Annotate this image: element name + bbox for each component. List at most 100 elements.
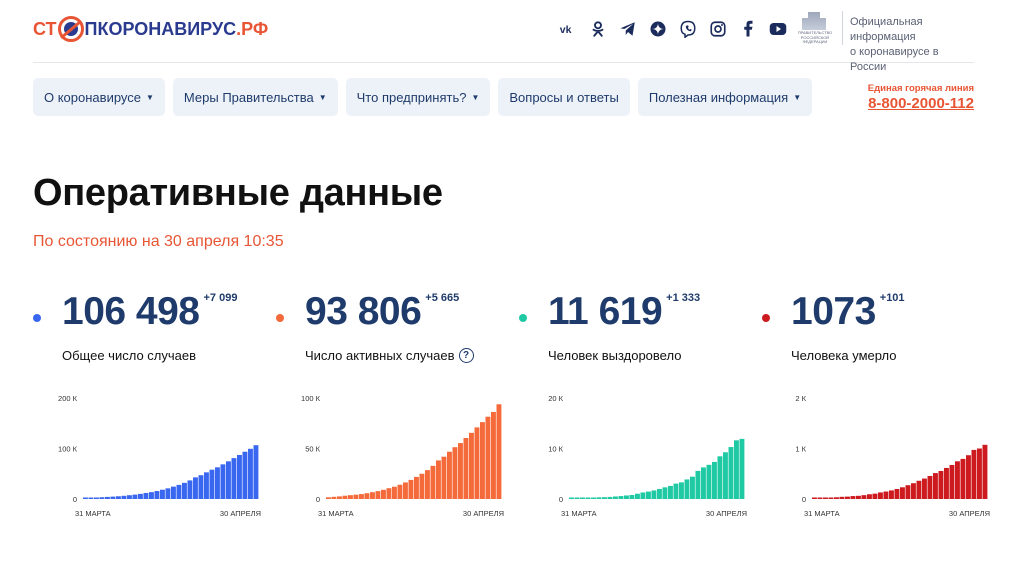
nav-item-government-measures[interactable]: Меры Правительства ▼: [172, 78, 338, 116]
nav-item-about[interactable]: О коронавирусе ▼: [33, 78, 165, 116]
divider: [842, 11, 843, 45]
chart-bar: [215, 467, 220, 499]
chart-bar: [474, 427, 480, 499]
y-tick-label: 20 К: [548, 394, 563, 403]
odnoklassniki-icon[interactable]: [587, 18, 609, 40]
x-end-label: 30 АПРЕЛЯ: [949, 509, 990, 518]
chart-bar: [121, 495, 127, 499]
stat-active-cases: 93 806 +5 665 Число активных случаев? 0 50…: [276, 290, 516, 530]
stat-deaths: 1073 +101 Человека умерло 0 1 К 2 К 31 МАРТА…: [762, 290, 1002, 530]
y-tick-label: 100 К: [301, 394, 321, 403]
chart-bar: [618, 496, 624, 499]
chart-bar: [911, 483, 916, 499]
chart-bar: [728, 447, 734, 499]
chart-bar: [706, 464, 712, 499]
chart-bar: [900, 487, 905, 499]
chart-bar: [204, 472, 209, 499]
nav-item-useful-info[interactable]: Полезная информация ▼: [637, 78, 813, 116]
nav-item-label: Что предпринять?: [356, 89, 467, 105]
hotline-label: Единая горячая линия: [867, 83, 974, 94]
x-end-label: 30 АПРЕЛЯ: [220, 509, 261, 518]
government-info[interactable]: ПРАВИТЕЛЬСТВО РОССИЙСКОЙ ФЕДЕРАЦИИ Офици…: [793, 8, 974, 73]
government-info-text: Официальная информация о коронавирусе в …: [850, 15, 974, 75]
chart-bar: [116, 496, 121, 499]
stat-number: 106 498: [62, 290, 200, 333]
youtube-icon[interactable]: [767, 18, 789, 40]
chart-bar: [209, 469, 215, 499]
chart-bar: [469, 432, 474, 499]
chart-bar: [364, 493, 370, 499]
chart-bar: [348, 495, 353, 499]
chart-bar: [905, 485, 911, 499]
chart-bar: [419, 473, 425, 499]
viber-icon[interactable]: [677, 18, 699, 40]
chart-bar: [640, 492, 646, 499]
chart-bar: [922, 478, 927, 499]
x-start-label: 31 МАРТА: [318, 509, 354, 518]
chart-bar: [690, 476, 695, 499]
site-logo[interactable]: СТ ПКОРОНАВИРУС .РФ: [33, 15, 268, 43]
chart-bar: [253, 445, 259, 499]
chart-bar: [458, 443, 463, 499]
chart-bar: [574, 497, 580, 499]
chart-bar: [938, 470, 944, 499]
chart-bar: [646, 491, 651, 499]
y-tick-label: 1 К: [795, 445, 806, 454]
facebook-icon[interactable]: [737, 18, 759, 40]
chart-bar: [717, 456, 723, 499]
stat-chart: 0 50 К 100 К 31 МАРТА 30 АПРЕЛЯ: [301, 394, 504, 518]
chart-bar: [712, 461, 717, 499]
yandex-zen-icon[interactable]: [647, 18, 669, 40]
chart-bar: [132, 494, 138, 499]
logo-text-part2: ПКОРОНАВИРУС: [84, 18, 237, 39]
stat-label-text: Число активных случаев: [305, 348, 455, 363]
vk-icon[interactable]: vk: [557, 18, 579, 40]
chart-bar: [198, 475, 204, 499]
hotline: Единая горячая линия 8-800-2000-112: [868, 83, 974, 112]
chart-bar: [591, 497, 596, 499]
chart-bar: [812, 497, 817, 499]
nav-item-label: Вопросы и ответы: [509, 89, 619, 105]
chart-bar: [375, 491, 381, 499]
y-tick-label: 50 К: [305, 445, 320, 454]
help-icon[interactable]: ?: [458, 348, 474, 363]
chart-bar: [834, 497, 839, 499]
chart-bar: [723, 452, 728, 499]
chart-bar: [447, 451, 452, 499]
x-start-label: 31 МАРТА: [75, 509, 111, 518]
telegram-icon[interactable]: [617, 18, 639, 40]
chart-bar: [425, 470, 430, 499]
chart-bar: [485, 416, 491, 499]
hotline-phone-link[interactable]: 8-800-2000-112: [868, 95, 974, 112]
chart-bar: [342, 495, 348, 499]
chart-bar: [624, 495, 629, 499]
chart-bar: [856, 495, 861, 499]
stat-label-text: Человека умерло: [791, 348, 897, 363]
series-dot: [33, 314, 41, 322]
chart-bar: [452, 447, 458, 499]
chart-bar: [889, 490, 894, 499]
nav-item-label: Полезная информация: [648, 89, 789, 105]
chart-bar: [673, 483, 679, 499]
stat-value: 93 806 +5 665: [305, 290, 459, 334]
chart-bar: [955, 461, 960, 499]
chart-bar: [867, 494, 872, 499]
stat-label: Общее число случаев: [62, 348, 196, 363]
chart-bar: [613, 496, 618, 499]
instagram-icon[interactable]: [707, 18, 729, 40]
nav-item-what-to-do[interactable]: Что предпринять? ▼: [345, 78, 491, 116]
chart-bar: [684, 479, 690, 499]
x-start-label: 31 МАРТА: [804, 509, 840, 518]
nav-item-faq[interactable]: Вопросы и ответы: [498, 78, 630, 116]
stat-chart: 0 100 К 200 К 31 МАРТА 30 АПРЕЛЯ: [58, 394, 261, 518]
chart-bar: [143, 492, 149, 499]
chart-bar: [977, 448, 982, 499]
series-dot: [519, 314, 527, 322]
svg-text:vk: vk: [560, 24, 572, 36]
chart-bar: [337, 496, 342, 499]
chart-bar: [381, 489, 386, 499]
chart-bar: [392, 486, 397, 499]
chart-bar: [165, 488, 171, 499]
chart-bar: [231, 458, 237, 499]
chart-bar: [370, 492, 375, 499]
